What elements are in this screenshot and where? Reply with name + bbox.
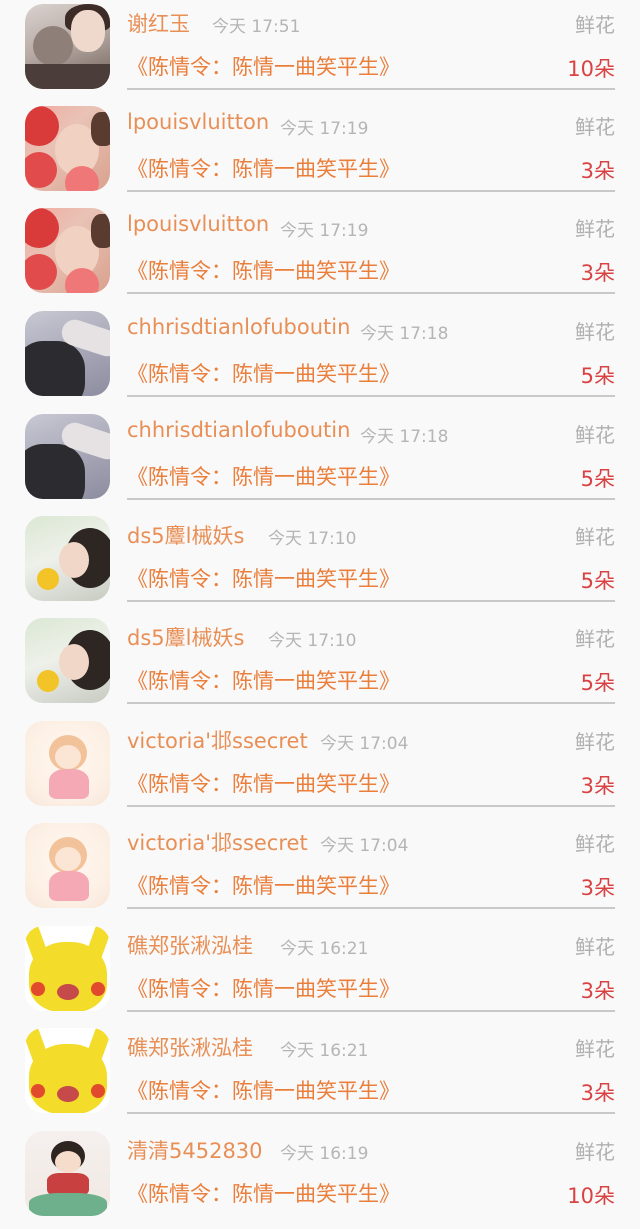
gift-count: 3朵 <box>580 876 615 900</box>
gift-count: 3朵 <box>580 979 615 1003</box>
gift-count: 3朵 <box>580 261 615 285</box>
gift-count: 10朵 <box>567 57 615 81</box>
work-title-link[interactable]: 《陈情令：陈情一曲笑平生》 <box>127 768 400 798</box>
gift-type-label: 鲜花 <box>575 1140 615 1164</box>
gift-timestamp: 今天 17:18 <box>360 427 449 447</box>
sender-username[interactable]: 礁郑张湫泓桂 <box>127 930 253 960</box>
gift-timestamp: 今天 16:21 <box>280 1041 369 1061</box>
user-avatar-cartoon-icon[interactable] <box>25 1131 110 1216</box>
user-avatar-anime-icon[interactable] <box>25 721 110 806</box>
sender-username[interactable]: lpouisvluitton <box>127 212 269 236</box>
work-title-link[interactable]: 《陈情令：陈情一曲笑平生》 <box>127 1178 400 1208</box>
user-avatar-photo-icon[interactable] <box>25 208 110 293</box>
sender-username[interactable]: 礁郑张湫泓桂 <box>127 1032 253 1062</box>
gift-record-row[interactable]: 礁郑张湫泓桂 今天 16:21 鲜花 《陈情令：陈情一曲笑平生》 3朵 <box>0 1024 640 1126</box>
gift-record-row[interactable]: chhrisdtianlofuboutin 今天 17:18 鲜花 《陈情令：陈… <box>0 307 640 409</box>
gift-type-label: 鲜花 <box>575 730 615 754</box>
gift-timestamp: 今天 17:10 <box>268 529 357 549</box>
user-avatar-pikachu-icon[interactable] <box>25 926 110 1011</box>
user-avatar-anime-icon[interactable] <box>25 823 110 908</box>
gift-timestamp: 今天 17:04 <box>320 734 409 754</box>
gift-type-label: 鲜花 <box>575 935 615 959</box>
gift-type-label: 鲜花 <box>575 217 615 241</box>
sender-username[interactable]: victoria'邶ssecret <box>127 827 308 857</box>
gift-count: 3朵 <box>580 159 615 183</box>
gift-type-label: 鲜花 <box>575 13 615 37</box>
gift-timestamp: 今天 17:19 <box>280 221 369 241</box>
gift-type-label: 鲜花 <box>575 627 615 651</box>
work-title-link[interactable]: 《陈情令：陈情一曲笑平生》 <box>127 255 400 285</box>
row-divider <box>127 805 615 807</box>
row-divider <box>127 1112 615 1114</box>
gift-record-row[interactable]: ds5麞l械妖s 今天 17:10 鲜花 《陈情令：陈情一曲笑平生》 5朵 <box>0 512 640 614</box>
user-avatar-photo-icon[interactable] <box>25 414 110 499</box>
gift-record-row[interactable]: victoria'邶ssecret 今天 17:04 鲜花 《陈情令：陈情一曲笑… <box>0 819 640 921</box>
sender-username[interactable]: 清清5452830 <box>127 1135 263 1165</box>
work-title-link[interactable]: 《陈情令：陈情一曲笑平生》 <box>127 153 400 183</box>
gift-type-label: 鲜花 <box>575 1037 615 1061</box>
gift-count: 5朵 <box>580 569 615 593</box>
row-divider <box>127 190 615 192</box>
gift-record-list: 谢红玉 今天 17:51 鲜花 《陈情令：陈情一曲笑平生》 10朵 lpouis… <box>0 0 640 1216</box>
row-divider <box>127 600 615 602</box>
gift-count: 5朵 <box>580 467 615 491</box>
gift-count: 10朵 <box>567 1184 615 1208</box>
sender-username[interactable]: victoria'邶ssecret <box>127 725 308 755</box>
sender-username[interactable]: 谢红玉 <box>127 8 190 38</box>
gift-count: 5朵 <box>580 364 615 388</box>
user-avatar-photo-icon[interactable] <box>25 311 110 396</box>
work-title-link[interactable]: 《陈情令：陈情一曲笑平生》 <box>127 1075 400 1105</box>
row-divider <box>127 1010 615 1012</box>
work-title-link[interactable]: 《陈情令：陈情一曲笑平生》 <box>127 51 400 81</box>
row-divider <box>127 292 615 294</box>
gift-type-label: 鲜花 <box>575 423 615 447</box>
gift-record-row[interactable]: lpouisvluitton 今天 17:19 鲜花 《陈情令：陈情一曲笑平生》… <box>0 204 640 306</box>
gift-record-row[interactable]: 谢红玉 今天 17:51 鲜花 《陈情令：陈情一曲笑平生》 10朵 <box>0 0 640 102</box>
gift-timestamp: 今天 16:21 <box>280 939 369 959</box>
user-avatar-photo-icon[interactable] <box>25 4 110 89</box>
work-title-link[interactable]: 《陈情令：陈情一曲笑平生》 <box>127 870 400 900</box>
gift-record-row[interactable]: victoria'邶ssecret 今天 17:04 鲜花 《陈情令：陈情一曲笑… <box>0 717 640 819</box>
gift-record-row[interactable]: lpouisvluitton 今天 17:19 鲜花 《陈情令：陈情一曲笑平生》… <box>0 102 640 204</box>
work-title-link[interactable]: 《陈情令：陈情一曲笑平生》 <box>127 461 400 491</box>
gift-record-row[interactable]: 礁郑张湫泓桂 今天 16:21 鲜花 《陈情令：陈情一曲笑平生》 3朵 <box>0 922 640 1024</box>
gift-timestamp: 今天 17:18 <box>360 324 449 344</box>
gift-timestamp: 今天 17:10 <box>268 631 357 651</box>
gift-record-row[interactable]: chhrisdtianlofuboutin 今天 17:18 鲜花 《陈情令：陈… <box>0 410 640 512</box>
gift-timestamp: 今天 17:19 <box>280 119 369 139</box>
gift-timestamp: 今天 17:04 <box>320 836 409 856</box>
row-divider <box>127 907 615 909</box>
row-divider <box>127 88 615 90</box>
gift-timestamp: 今天 17:51 <box>212 17 301 37</box>
gift-type-label: 鲜花 <box>575 525 615 549</box>
gift-count: 3朵 <box>580 774 615 798</box>
sender-username[interactable]: lpouisvluitton <box>127 110 269 134</box>
gift-type-label: 鲜花 <box>575 832 615 856</box>
gift-record-row[interactable]: ds5麞l械妖s 今天 17:10 鲜花 《陈情令：陈情一曲笑平生》 5朵 <box>0 614 640 716</box>
row-divider <box>127 702 615 704</box>
work-title-link[interactable]: 《陈情令：陈情一曲笑平生》 <box>127 358 400 388</box>
work-title-link[interactable]: 《陈情令：陈情一曲笑平生》 <box>127 665 400 695</box>
sender-username[interactable]: chhrisdtianlofuboutin <box>127 315 350 339</box>
sender-username[interactable]: chhrisdtianlofuboutin <box>127 418 350 442</box>
gift-timestamp: 今天 16:19 <box>280 1144 369 1164</box>
user-avatar-photo-icon[interactable] <box>25 106 110 191</box>
sender-username[interactable]: ds5麞l械妖s <box>127 622 244 652</box>
gift-type-label: 鲜花 <box>575 320 615 344</box>
gift-type-label: 鲜花 <box>575 115 615 139</box>
work-title-link[interactable]: 《陈情令：陈情一曲笑平生》 <box>127 973 400 1003</box>
gift-count: 5朵 <box>580 671 615 695</box>
user-avatar-photo-icon[interactable] <box>25 516 110 601</box>
work-title-link[interactable]: 《陈情令：陈情一曲笑平生》 <box>127 563 400 593</box>
user-avatar-pikachu-icon[interactable] <box>25 1028 110 1113</box>
row-divider <box>127 498 615 500</box>
row-divider <box>127 395 615 397</box>
sender-username[interactable]: ds5麞l械妖s <box>127 520 244 550</box>
user-avatar-photo-icon[interactable] <box>25 618 110 703</box>
gift-count: 3朵 <box>580 1081 615 1105</box>
